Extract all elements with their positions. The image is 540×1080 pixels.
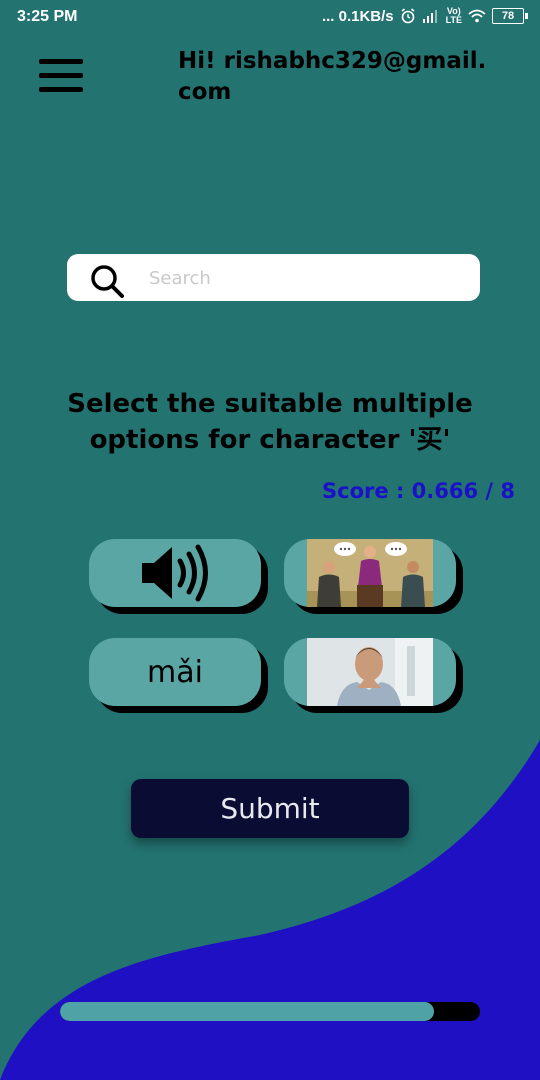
- wifi-icon: [468, 9, 486, 23]
- alarm-icon: [401, 8, 415, 24]
- progress-bar: [60, 1002, 480, 1021]
- question-text: Select the suitable multiple options for…: [67, 389, 473, 455]
- search-icon[interactable]: [89, 263, 125, 299]
- network-speed: ... 0.1KB/s: [321, 7, 394, 25]
- pinyin-label: mǎi: [147, 654, 203, 690]
- search-bar[interactable]: [67, 254, 480, 301]
- background-wave: [0, 740, 540, 1080]
- speaker-icon: [142, 544, 208, 602]
- hamburger-menu-icon[interactable]: [39, 59, 83, 93]
- option-image-people-button[interactable]: [284, 539, 456, 607]
- option-audio-button[interactable]: [89, 539, 261, 607]
- option-image-thinker-button[interactable]: [284, 638, 456, 706]
- search-input[interactable]: [147, 262, 461, 294]
- thinking-man-image: [307, 638, 433, 706]
- status-bar: 3:25 PM ... 0.1KB/s Vo) LTE 78: [0, 0, 540, 34]
- score-label: Score : 0.666 / 8: [322, 479, 515, 503]
- submit-button[interactable]: Submit: [131, 779, 409, 838]
- status-time: 3:25 PM: [17, 8, 78, 25]
- battery-icon: 78: [492, 8, 528, 24]
- option-pinyin-button[interactable]: mǎi: [89, 638, 261, 706]
- signal-icon: [422, 10, 437, 23]
- progress-fill: [60, 1002, 434, 1021]
- greeting-text: Hi! rishabhc329@gmail.com: [178, 48, 487, 105]
- status-icons: ... 0.1KB/s Vo) LTE 78: [321, 6, 528, 25]
- people-meeting-image: [307, 539, 433, 607]
- lte-icon: Vo) LTE: [445, 6, 462, 25]
